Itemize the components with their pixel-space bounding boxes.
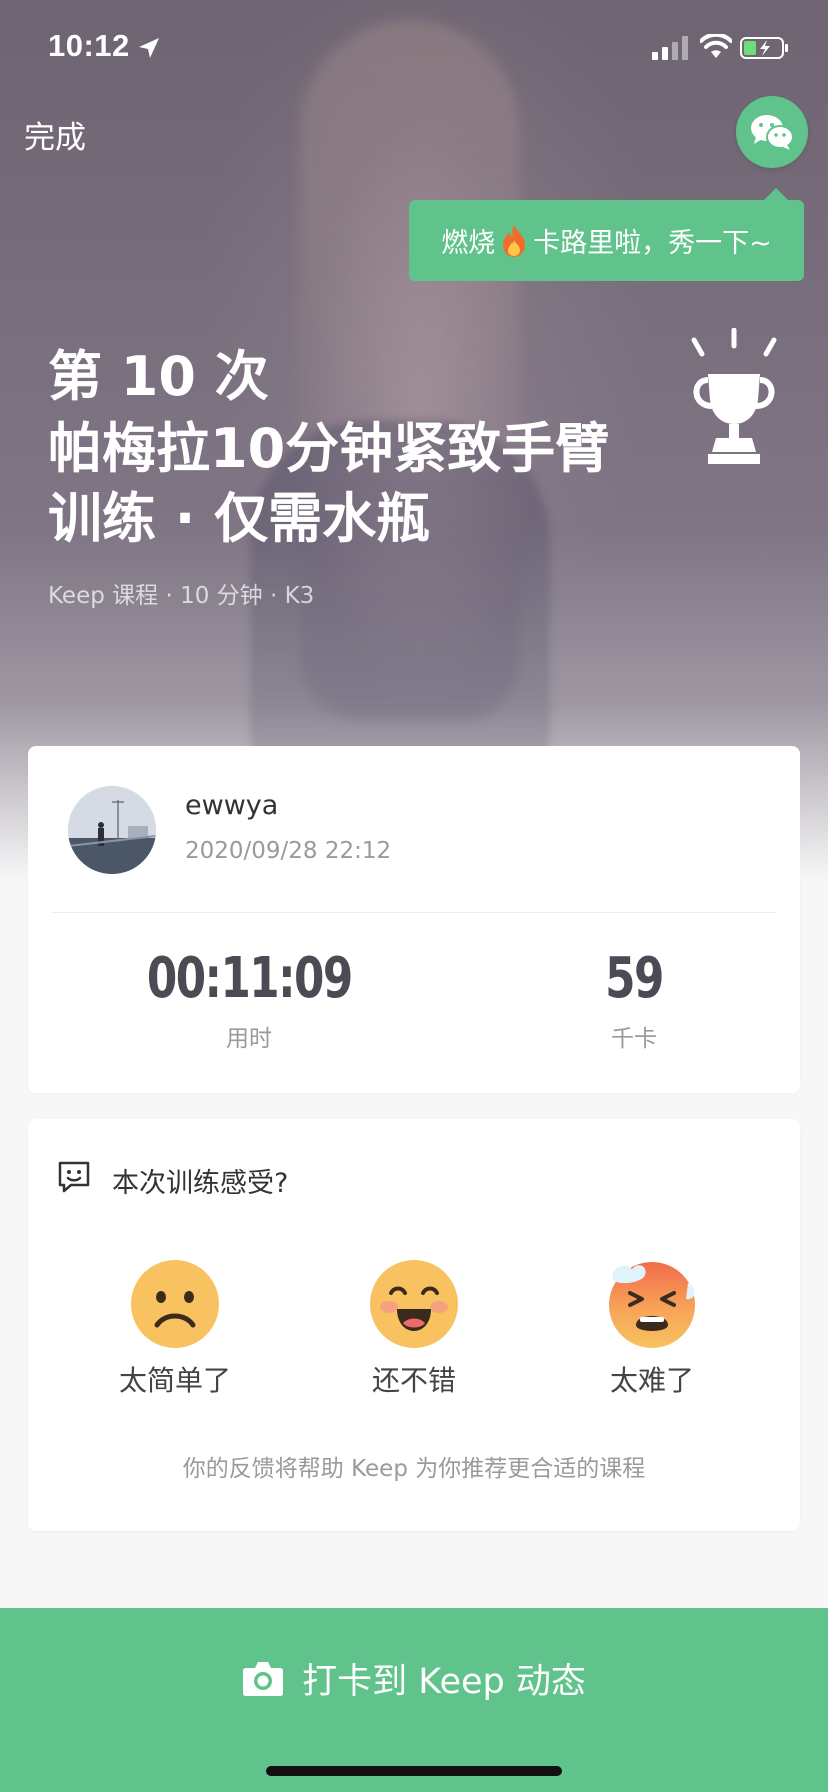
- feedback-hint: 你的反馈将帮助 Keep 为你推荐更合适的课程: [182, 1456, 646, 1482]
- share-tooltip[interactable]: 燃烧 卡路里啦，秀一下~: [409, 188, 804, 281]
- mood-label-hard: 太难了: [609, 1364, 694, 1397]
- wifi-icon: [700, 34, 732, 58]
- status-time: 10:12: [48, 28, 130, 63]
- camera-icon: [243, 1662, 284, 1696]
- trophy-icon: [691, 328, 777, 464]
- tooltip-text-end: 卡路里啦，秀一下~: [533, 228, 772, 259]
- workout-summary-card: ewwya 2020/09/28 22:12 00:11:09 用时 59 千卡: [28, 746, 800, 1093]
- bottom-action-bar: 打卡到 Keep 动态: [0, 1608, 828, 1792]
- mood-label-easy: 太简单了: [118, 1364, 231, 1397]
- mood-option-good[interactable]: 还不错: [334, 1259, 494, 1399]
- mood-option-easy[interactable]: 太简单了: [95, 1259, 255, 1399]
- tooltip-text-start: 燃烧: [441, 228, 496, 259]
- calories-value: 59: [605, 946, 664, 1011]
- cellular-signal-icon: [652, 36, 688, 60]
- duration-label: 用时: [226, 1026, 272, 1052]
- smile-face-icon: [370, 1260, 458, 1348]
- attempt-count: 第 10 次: [48, 345, 269, 408]
- feedback-card: 本次训练感受? 太简单了 还不错 太难了 你的反馈将帮助 Keep 为你推荐更合…: [28, 1119, 800, 1531]
- card-divider: [51, 912, 777, 913]
- avatar-photo: [68, 786, 156, 874]
- calories-label: 千卡: [611, 1026, 657, 1052]
- exhausted-face-icon: [609, 1262, 695, 1348]
- workout-complete-screen: 10:12 完成 燃烧 卡路里啦，秀一下~ 第 10 次 帕梅拉10分钟紧致手臂…: [0, 0, 828, 1792]
- fire-icon: [503, 224, 526, 257]
- duration-stat: 00:11:09 用时: [99, 946, 399, 1053]
- home-indicator[interactable]: [266, 1766, 562, 1776]
- course-title: 帕梅拉10分钟紧致手臂训练 · 仅需水瓶: [48, 417, 610, 550]
- sad-face-icon: [131, 1260, 219, 1348]
- done-button[interactable]: 完成: [24, 112, 86, 157]
- avatar[interactable]: [68, 786, 156, 874]
- record-datetime: 2020/09/28 22:12: [185, 838, 392, 864]
- checkin-to-feed-button[interactable]: 打卡到 Keep 动态: [0, 1608, 828, 1748]
- checkin-label: 打卡到 Keep 动态: [302, 1661, 586, 1702]
- course-meta: Keep 课程 · 10 分钟 · K3: [48, 583, 315, 609]
- location-arrow-icon: [139, 38, 159, 58]
- battery-charging-icon: [740, 37, 788, 59]
- duration-value: 00:11:09: [146, 946, 353, 1011]
- wechat-share-button[interactable]: [736, 96, 808, 168]
- mood-option-hard[interactable]: 太难了: [572, 1259, 732, 1399]
- feedback-chat-icon: [58, 1161, 90, 1193]
- username[interactable]: ewwya: [185, 790, 278, 821]
- calories-stat: 59 千卡: [484, 946, 784, 1053]
- mood-label-good: 还不错: [371, 1364, 456, 1397]
- feedback-question: 本次训练感受?: [112, 1168, 289, 1199]
- wechat-icon: [751, 115, 794, 150]
- status-bar: 10:12: [0, 0, 828, 96]
